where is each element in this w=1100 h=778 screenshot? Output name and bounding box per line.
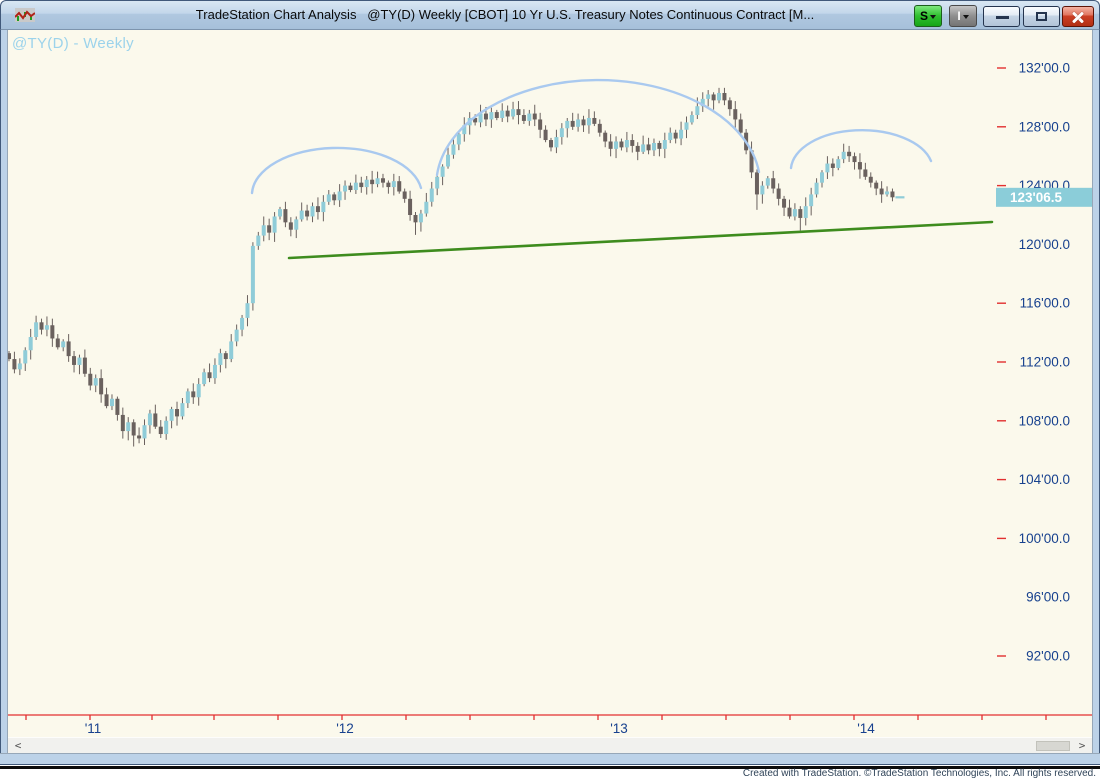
window-border-right xyxy=(1092,30,1100,753)
last-price-label: 123'06.5 xyxy=(1010,190,1063,205)
horizontal-scrollbar[interactable]: < > xyxy=(8,737,1092,753)
chevron-down-icon xyxy=(930,15,936,19)
price-tick-label: 132'00.0 xyxy=(1019,61,1070,76)
price-axis[interactable]: 132'00.0128'00.0124'00.0120'00.0116'00.0… xyxy=(997,61,1070,664)
last-price-tag: 123'06.5 xyxy=(996,188,1092,207)
trendline[interactable] xyxy=(289,222,992,258)
minimize-button[interactable] xyxy=(983,6,1020,27)
close-button[interactable] xyxy=(1062,6,1094,27)
year-label: '12 xyxy=(336,721,354,736)
price-tick-label: 96'00.0 xyxy=(1026,590,1070,605)
maximize-button[interactable] xyxy=(1023,6,1060,27)
strategy-dropdown-button[interactable]: S xyxy=(914,5,942,27)
year-label: '13 xyxy=(610,721,628,736)
minimize-icon xyxy=(996,16,1009,19)
time-axis: '11 '12 '13 '14 xyxy=(8,715,1092,736)
footer-credit: Created with TradeStation. ©TradeStation… xyxy=(0,769,1100,778)
indicator-dropdown-button[interactable]: I xyxy=(949,5,977,27)
window-border-left xyxy=(0,30,8,753)
scroll-left-button[interactable]: < xyxy=(10,738,26,754)
scrollbar-thumb[interactable] xyxy=(1036,741,1070,751)
titlebar: TradeStation Chart Analysis @TY(D) Weekl… xyxy=(0,0,1100,30)
price-tick-label: 92'00.0 xyxy=(1026,649,1070,664)
price-tick-label: 108'00.0 xyxy=(1019,413,1070,428)
chevron-down-icon xyxy=(963,15,969,19)
scroll-right-button[interactable]: > xyxy=(1074,738,1090,754)
price-tick-label: 100'00.0 xyxy=(1019,531,1070,546)
price-tick-label: 112'00.0 xyxy=(1020,355,1070,370)
chart-area[interactable]: '11'12'13'14 132'00.0128'00.0124'00.0120… xyxy=(8,30,1092,737)
app-chart-icon xyxy=(15,8,35,24)
price-tick-label: 120'00.0 xyxy=(1019,237,1070,252)
maximize-icon xyxy=(1036,12,1047,21)
price-tick-label: 128'00.0 xyxy=(1019,119,1070,134)
candlesticks xyxy=(8,88,904,447)
pattern-arcs[interactable] xyxy=(252,80,931,193)
tradestation-window: TradeStation Chart Analysis @TY(D) Weekl… xyxy=(0,0,1100,778)
symbol-label: @TY(D) - Weekly xyxy=(12,35,134,52)
year-label: '11 xyxy=(85,721,102,736)
price-tick-label: 116'00.0 xyxy=(1020,296,1070,311)
window-title: TradeStation Chart Analysis @TY(D) Weekl… xyxy=(111,7,899,22)
price-tick-label: 104'00.0 xyxy=(1019,472,1070,487)
chart-canvas[interactable]: '11'12'13'14 132'00.0128'00.0124'00.0120… xyxy=(8,30,1092,737)
year-label: '14 xyxy=(857,721,875,736)
window-border-bottom xyxy=(0,753,1100,765)
